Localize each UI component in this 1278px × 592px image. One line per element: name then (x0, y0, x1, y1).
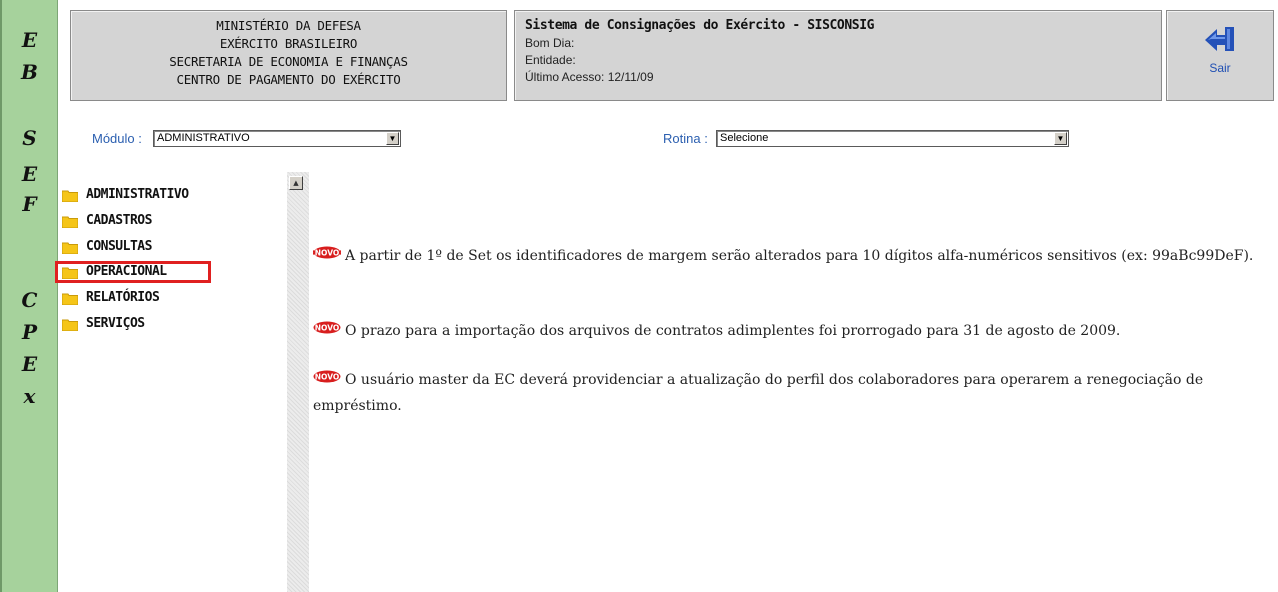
folder-icon (62, 293, 78, 305)
tree-item-label: SERVIÇOS (86, 316, 145, 331)
folder-icon (62, 319, 78, 331)
modulo-label: Módulo : (92, 131, 142, 146)
sidebar-letter: E (21, 162, 38, 186)
org-line: EXÉRCITO BRASILEIRO (219, 36, 358, 51)
sidebar-letter: C (21, 288, 38, 312)
sidebar-letter: B (21, 60, 38, 84)
rotina-select[interactable]: Selecione ▼ (716, 130, 1069, 147)
modulo-select[interactable]: ADMINISTRATIVO ▼ (153, 130, 401, 147)
organization-header: MINISTÉRIO DA DEFESA EXÉRCITO BRASILEIRO… (70, 10, 507, 101)
news-text: A partir de 1º de Set os identificadores… (345, 248, 1254, 264)
entity-label: Entidade: (525, 53, 576, 67)
tree-item-label: RELATÓRIOS (86, 290, 160, 305)
scrollbar[interactable] (287, 172, 309, 592)
novo-badge-icon: NOVO (313, 370, 341, 383)
novo-badge-icon: NOVO (313, 246, 341, 259)
highlight-box (55, 261, 211, 283)
news-text: O usuário master da EC deverá providenci… (313, 372, 1204, 414)
news-item: NOVO O usuário master da EC deverá provi… (313, 367, 1263, 419)
chevron-down-icon[interactable]: ▼ (386, 132, 399, 145)
rotina-label: Rotina : (663, 131, 708, 146)
sidebar-letter: P (21, 320, 38, 344)
chevron-down-icon[interactable]: ▼ (1054, 132, 1067, 145)
org-line: MINISTÉRIO DA DEFESA (216, 18, 361, 33)
folder-icon (62, 216, 78, 228)
svg-text:NOVO: NOVO (315, 249, 340, 258)
folder-icon (62, 190, 78, 202)
sidebar-letter: F (22, 192, 37, 216)
org-line: SECRETARIA DE ECONOMIA E FINANÇAS (169, 54, 408, 69)
system-info-header: Sistema de Consignações do Exército - SI… (514, 10, 1162, 101)
modulo-select-value: ADMINISTRATIVO (157, 132, 250, 144)
left-sidebar: E B S E F C P E x (0, 0, 58, 592)
news-item: NOVO O prazo para a importação dos arqui… (313, 318, 1263, 344)
scroll-up-icon[interactable]: ▲ (289, 176, 303, 190)
last-access: Último Acesso: 12/11/09 (525, 70, 654, 84)
novo-badge-icon: NOVO (313, 321, 341, 334)
sidebar-letter: E (21, 352, 38, 376)
sidebar-letter: S (22, 126, 37, 150)
tree-item-label: ADMINISTRATIVO (86, 187, 189, 202)
tree-item-label: CADASTROS (86, 213, 152, 228)
svg-text:NOVO: NOVO (315, 324, 340, 333)
news-item: NOVO A partir de 1º de Set os identifica… (313, 243, 1263, 269)
tree-item-label: CONSULTAS (86, 239, 152, 254)
exit-button[interactable]: Sair (1166, 10, 1274, 101)
rotina-select-value: Selecione (720, 132, 769, 144)
sidebar-letter: x (23, 384, 36, 408)
svg-text:NOVO: NOVO (315, 373, 340, 382)
exit-label: Sair (1209, 61, 1231, 75)
news-text: O prazo para a importação dos arquivos d… (345, 323, 1121, 339)
greeting-label: Bom Dia: (525, 36, 575, 50)
sidebar-letter: E (21, 28, 38, 52)
folder-icon (62, 242, 78, 254)
org-line: CENTRO DE PAGAMENTO DO EXÉRCITO (176, 72, 401, 87)
system-title: Sistema de Consignações do Exército - SI… (525, 18, 875, 33)
arrow-left-icon (1205, 27, 1234, 51)
